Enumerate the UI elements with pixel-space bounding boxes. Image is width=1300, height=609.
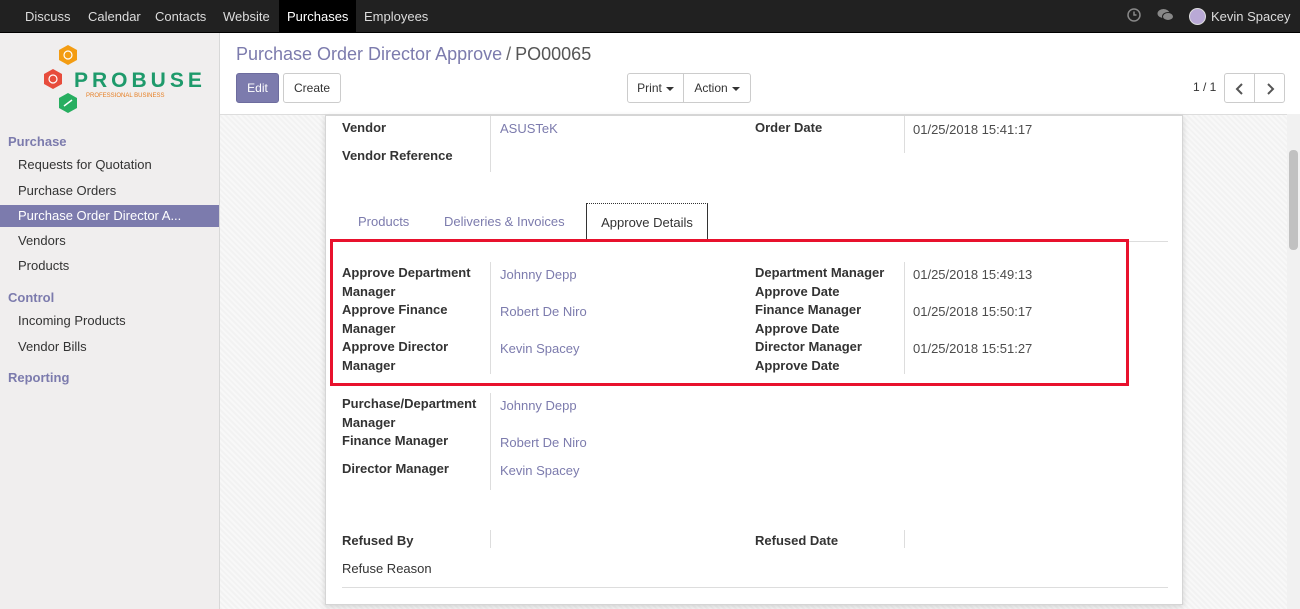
breadcrumb-separator: / (506, 44, 512, 64)
company-logo[interactable]: PROBUSE PROFESSIONAL BUSINESS (44, 45, 202, 117)
divider (904, 530, 905, 548)
create-button[interactable]: Create (283, 73, 341, 103)
divider (490, 393, 491, 490)
sidebar: PROBUSE PROFESSIONAL BUSINESS Purchase R… (0, 33, 220, 609)
sidebar-item-purchase-order-director-approve[interactable]: Purchase Order Director A... (0, 205, 219, 227)
breadcrumb: Purchase Order Director Approve / PO00065 (236, 44, 591, 65)
divider (490, 116, 491, 172)
vendor-field[interactable]: ASUSTeK (500, 119, 558, 138)
vendor-reference-label: Vendor Reference (342, 148, 453, 163)
section-reporting[interactable]: Reporting (8, 370, 69, 385)
finance-manager-label: Finance Manager (342, 433, 449, 448)
menu-discuss[interactable]: Discuss (17, 0, 79, 33)
divider (490, 530, 491, 548)
finance-manager-field[interactable]: Robert De Niro (500, 433, 587, 452)
scrollbar-thumb[interactable] (1289, 150, 1298, 250)
divider (904, 116, 905, 153)
menu-purchases[interactable]: Purchases (279, 0, 357, 33)
action-button[interactable]: Action (683, 73, 751, 103)
top-menu-bar: Discuss Calendar Contacts Website Purcha… (0, 0, 1300, 33)
pager-value: 1 / 1 (1193, 80, 1217, 94)
sidebar-item-products[interactable]: Products (0, 255, 219, 277)
caret-down-icon (665, 86, 674, 91)
action-label: Action (694, 81, 728, 95)
logo-tagline: PROFESSIONAL BUSINESS (86, 93, 165, 99)
section-purchase: Purchase (8, 134, 67, 149)
breadcrumb-current: PO00065 (515, 44, 592, 64)
chevron-left-icon (1235, 83, 1243, 95)
tab-approve-details[interactable]: Approve Details (586, 203, 708, 241)
pager-next-button[interactable] (1254, 73, 1285, 103)
sidebar-item-purchase-orders[interactable]: Purchase Orders (0, 180, 219, 202)
menu-website[interactable]: Website (215, 0, 278, 33)
order-date-label: Order Date (755, 120, 823, 135)
sidebar-item-vendors[interactable]: Vendors (0, 230, 219, 252)
director-manager-label: Director Manager (342, 461, 449, 476)
chevron-right-icon (1266, 83, 1274, 95)
logo-text: PROBUSE (74, 69, 206, 92)
highlight-box (330, 239, 1129, 386)
purchase-department-manager-label: Purchase/Department Manager (342, 396, 477, 430)
print-button[interactable]: Print (627, 73, 684, 103)
purchase-department-manager-field[interactable]: Johnny Depp (500, 396, 577, 415)
menu-calendar[interactable]: Calendar (80, 0, 149, 33)
order-date-field[interactable]: 01/25/2018 15:41:17 (913, 120, 1032, 139)
section-control: Control (8, 290, 55, 305)
vendor-label: Vendor (342, 120, 387, 135)
caret-down-icon (731, 86, 740, 91)
chat-icon[interactable] (1157, 8, 1174, 25)
refuse-reason-label: Refuse Reason (342, 561, 432, 576)
menu-employees[interactable]: Employees (356, 0, 436, 33)
tab-deliveries-invoices[interactable]: Deliveries & Invoices (430, 203, 579, 241)
director-manager-field[interactable]: Kevin Spacey (500, 461, 580, 480)
avatar[interactable] (1189, 8, 1206, 25)
divider (342, 587, 1168, 588)
clock-icon[interactable] (1127, 8, 1141, 25)
sidebar-item-incoming-products[interactable]: Incoming Products (0, 310, 219, 332)
sidebar-item-requests-for-quotation[interactable]: Requests for Quotation (0, 154, 219, 176)
tab-products[interactable]: Products (344, 203, 423, 241)
edit-button[interactable]: Edit (236, 73, 279, 103)
menu-contacts[interactable]: Contacts (147, 0, 214, 33)
pager-previous-button[interactable] (1224, 73, 1255, 103)
sidebar-item-vendor-bills[interactable]: Vendor Bills (0, 336, 219, 358)
breadcrumb-parent[interactable]: Purchase Order Director Approve (236, 44, 502, 64)
refused-date-label: Refused Date (755, 533, 839, 548)
refused-by-label: Refused By (342, 533, 414, 548)
user-name[interactable]: Kevin Spacey (1211, 0, 1291, 33)
print-label: Print (637, 81, 662, 95)
